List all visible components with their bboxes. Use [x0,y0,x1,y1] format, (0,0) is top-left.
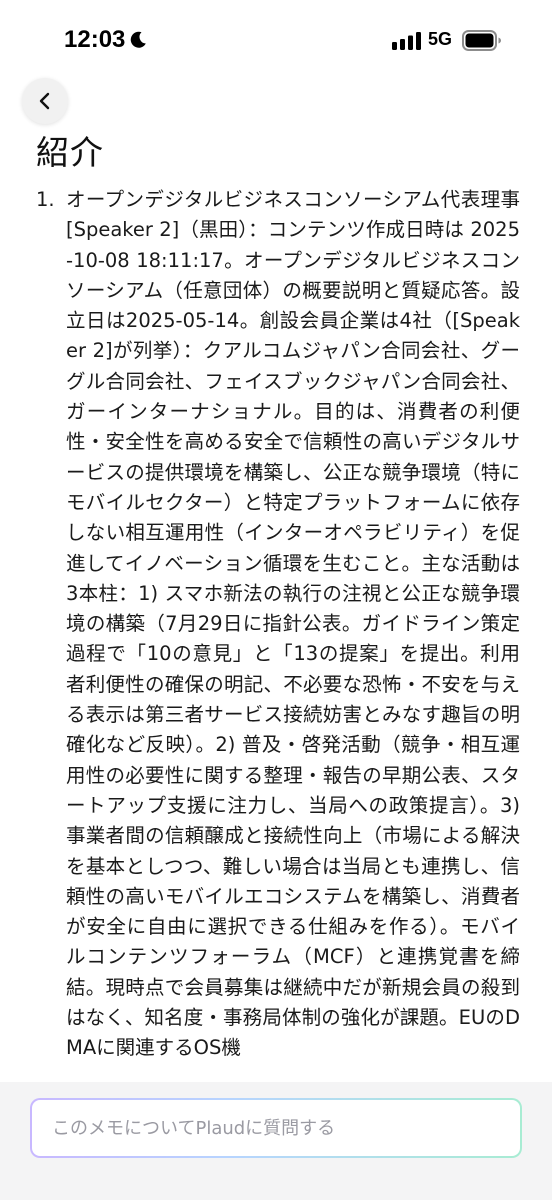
list-item: 1. オープンデジタルビジネスコンソーシアム代表理事 [Speaker 2]（黒… [36,185,520,1064]
moon-icon [130,31,146,48]
battery-icon [462,30,501,51]
ask-input-frame [30,1098,522,1158]
signal-icon [392,32,421,50]
chevron-left-icon [39,92,50,110]
ask-plaud-input[interactable] [32,1100,520,1156]
status-time: 12:03 [64,26,126,53]
ask-panel [0,1082,552,1200]
list-item-text: オープンデジタルビジネスコンソーシアム代表理事 [Speaker 2]（黒田）：… [66,188,520,1060]
network-type: 5G [428,29,453,49]
summary-list: 1. オープンデジタルビジネスコンソーシアム代表理事 [Speaker 2]（黒… [36,185,520,1080]
list-item-number: 1. [36,188,55,211]
back-button[interactable] [22,78,68,124]
status-bar: 12:03 5G [0,0,552,80]
page-title: 紹介 [36,133,104,172]
